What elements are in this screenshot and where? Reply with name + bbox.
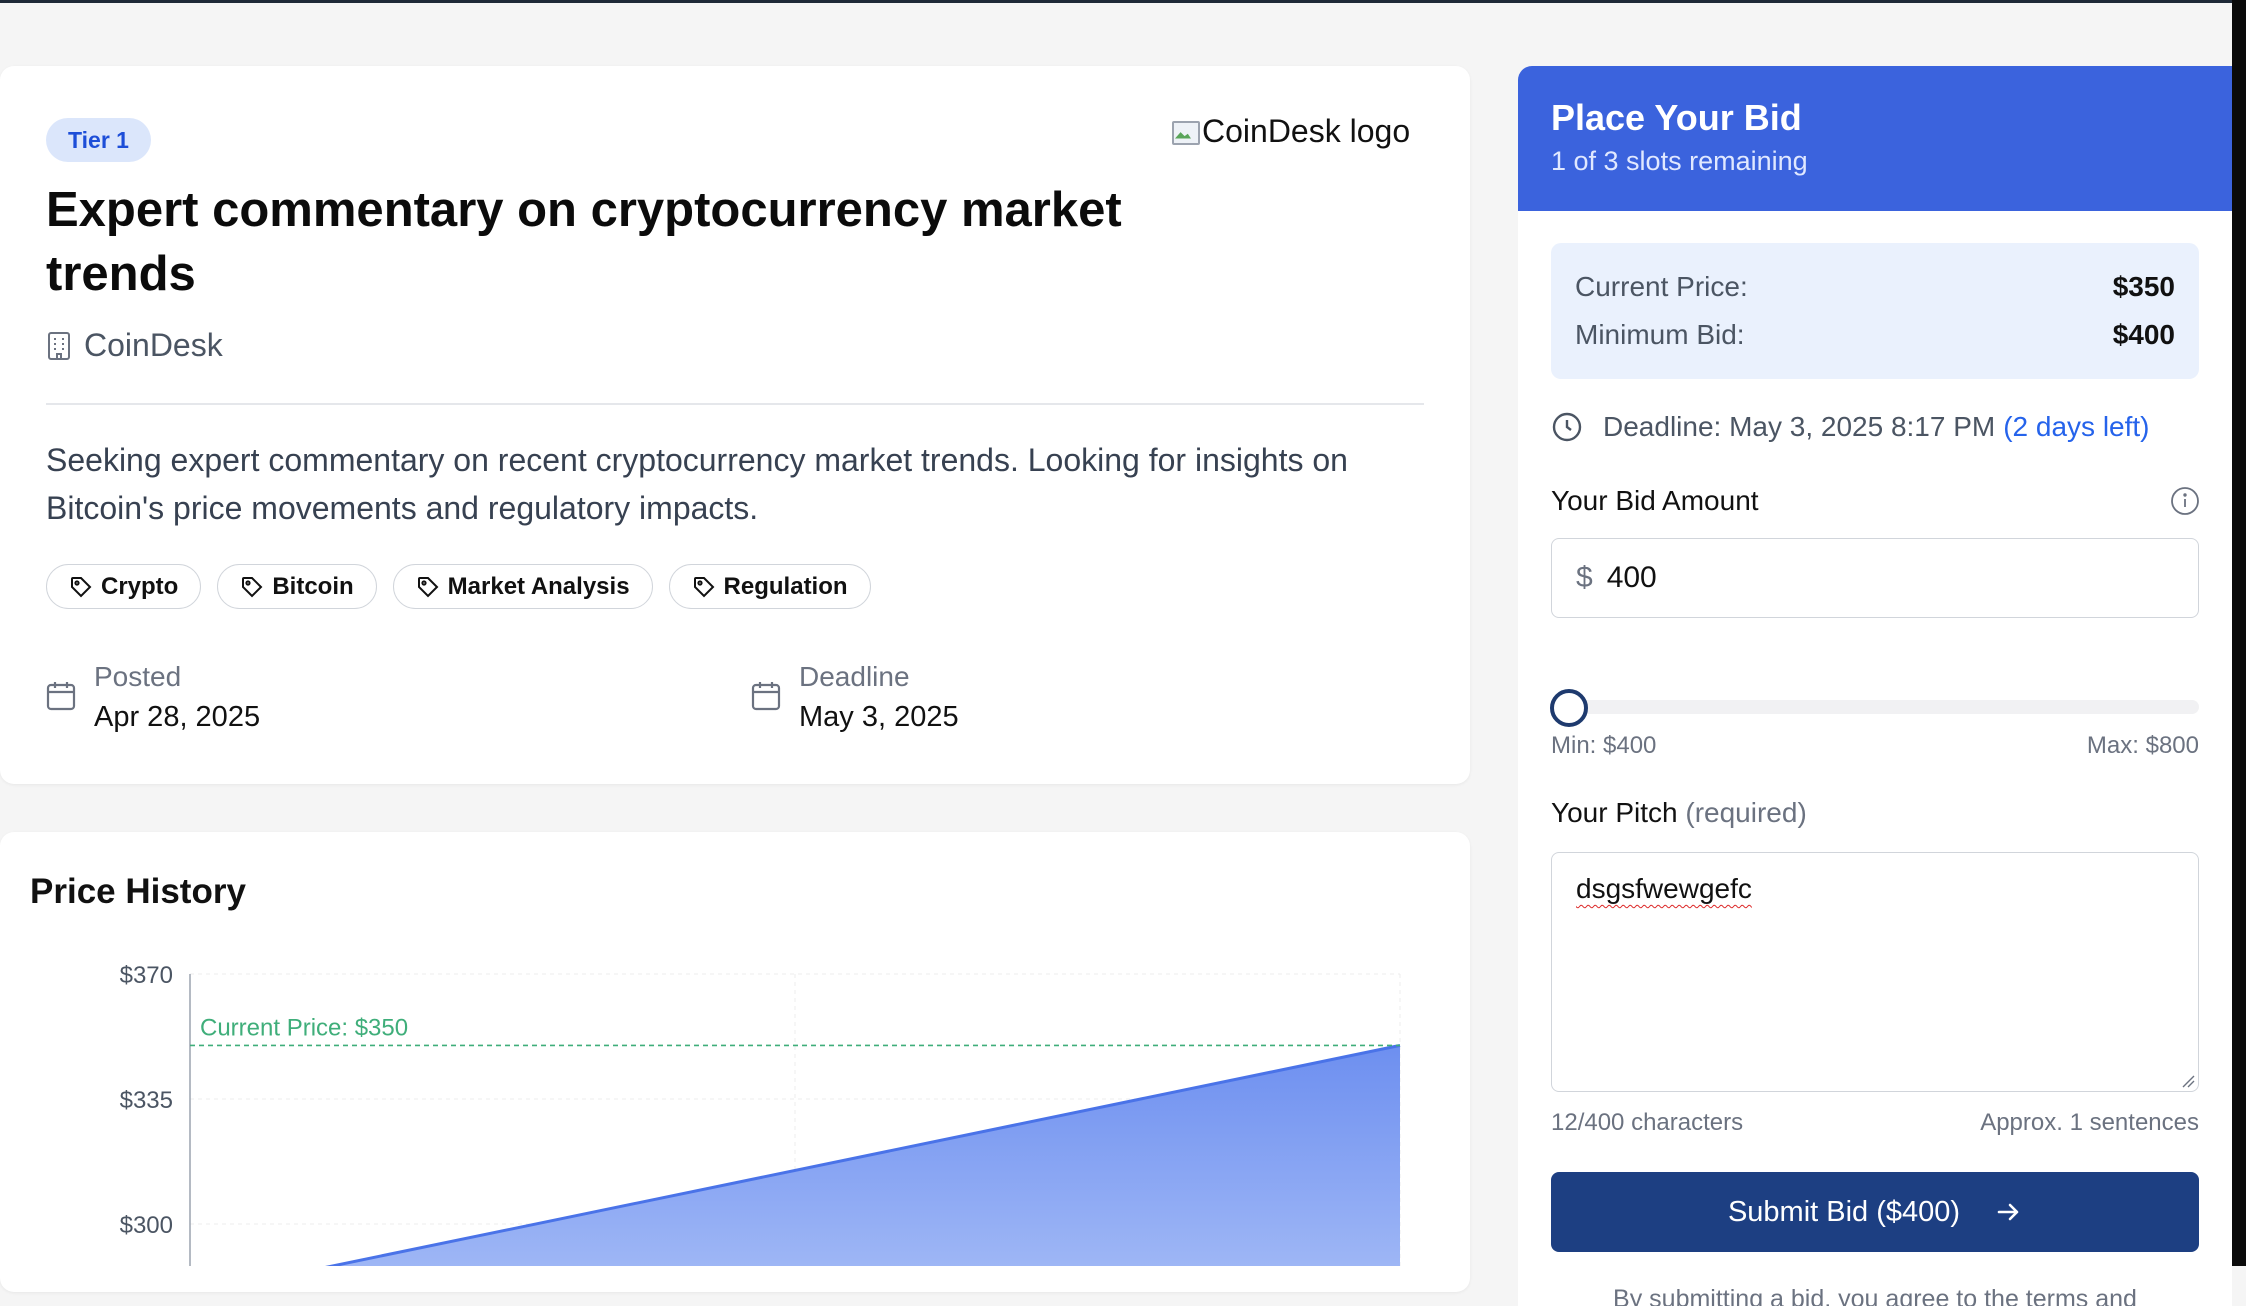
current-price-label: Current Price: $350 [200,1014,408,1041]
tag-chip[interactable]: Bitcoin [217,564,377,609]
tag-icon [417,576,439,597]
posted-value: Apr 28, 2025 [94,701,261,733]
deadline-date: Deadline May 3, 2025 [751,658,959,738]
y-tick-label: $300 [120,1212,173,1239]
deadline-value: May 3, 2025 [799,701,959,733]
pitch-stats: 12/400 characters Approx. 1 sentences [1551,1109,2199,1137]
submit-bid-button[interactable]: Submit Bid ($400) [1551,1172,2199,1252]
char-count: 12/400 characters [1551,1109,1744,1136]
broken-image-icon [1170,117,1200,147]
bid-slider-track[interactable] [1551,700,2199,714]
tier-badge: Tier 1 [46,118,151,162]
slider-max-label: Max: $800 [2086,732,2199,759]
company-name[interactable]: CoinDesk [84,327,223,364]
tag-chip[interactable]: Crypto [46,564,202,609]
y-axis-ticks: $370 $335 $300 [120,962,173,1239]
bid-slider-thumb[interactable] [1550,689,1588,727]
tag-list: Crypto Bitcoin Market Analysis Regulatio… [46,564,871,609]
listing-title: Expert commentary on cryptocurrency mark… [46,183,1122,301]
price-history-chart: $370 $335 $300 Current Price: $350 [120,962,1401,1266]
slider-range-labels: Min: $400 Max: $800 [1551,732,2199,760]
tag-icon [693,576,714,597]
posted-date: Posted Apr 28, 2025 [46,658,260,738]
slots-remaining: 1 of 3 slots remaining [1551,146,1808,176]
current-price-value: $350 [2112,271,2175,302]
company-logo: CoinDesk logo [1170,113,1410,150]
tag-icon [71,576,92,597]
y-tick-label: $335 [120,1087,173,1114]
bid-amount-field[interactable]: $ [1551,538,2199,618]
currency-symbol: $ [1576,561,1593,594]
deadline-text: Deadline: May 3, 2025 8:17 PM [1603,411,1996,442]
current-price-text-label: Current Price: [1575,271,1748,302]
resize-handle-icon[interactable] [2181,1074,2195,1088]
company-row: CoinDesk [46,327,223,364]
terms-text: By submitting a bid, you agree to the te… [1613,1285,2137,1306]
pitch-required: (required) [1685,797,1807,828]
deadline-label: Deadline [799,661,910,692]
slider-min-label: Min: $400 [1551,732,1657,759]
divider [46,403,1424,405]
bid-amount-label: Your Bid Amount [1551,485,1759,516]
listing-description: Seeking expert commentary on recent cryp… [46,442,1348,526]
calendar-icon [46,682,76,711]
bid-amount-input[interactable] [1606,561,2167,595]
submit-bid-label: Submit Bid ($400) [1727,1195,1961,1228]
price-history-title: Price History [30,872,246,911]
tag-icon [242,576,263,597]
clock-icon [1552,412,1582,442]
y-tick-label: $370 [120,962,173,989]
tag-chip[interactable]: Market Analysis [392,564,653,609]
bid-title: Place Your Bid [1551,97,1802,138]
tag-chip[interactable]: Regulation [668,564,871,609]
window-top-border [0,0,2232,3]
bid-panel: Place Your Bid 1 of 3 slots remaining Cu… [1518,66,2232,1306]
minimum-bid-value: $400 [2112,319,2175,350]
days-left: (2 days left) [2003,411,2150,442]
logo-alt-text: CoinDesk logo [1202,113,1411,149]
bid-header: Place Your Bid 1 of 3 slots remaining [1518,66,2232,211]
info-icon[interactable] [2170,486,2200,516]
posted-label: Posted [94,661,182,692]
bid-deadline: Deadline: May 3, 2025 8:17 PM (2 days le… [1551,411,2150,443]
sentence-count: Approx. 1 sentences [1980,1109,2199,1136]
calendar-icon [751,682,781,711]
price-summary: Current Price: $350 Minimum Bid: $400 [1551,243,2199,379]
pitch-label: Your Pitch (required) [1551,797,1807,828]
pitch-textarea[interactable]: dsgsfwewgefc [1551,852,2199,1092]
pitch-text: dsgsfwewgefc [1576,873,1752,904]
minimum-bid-label: Minimum Bid: [1575,319,1745,350]
arrow-right-icon [1997,1203,2019,1221]
window-right-edge [2232,0,2246,1266]
building-icon [48,331,70,360]
